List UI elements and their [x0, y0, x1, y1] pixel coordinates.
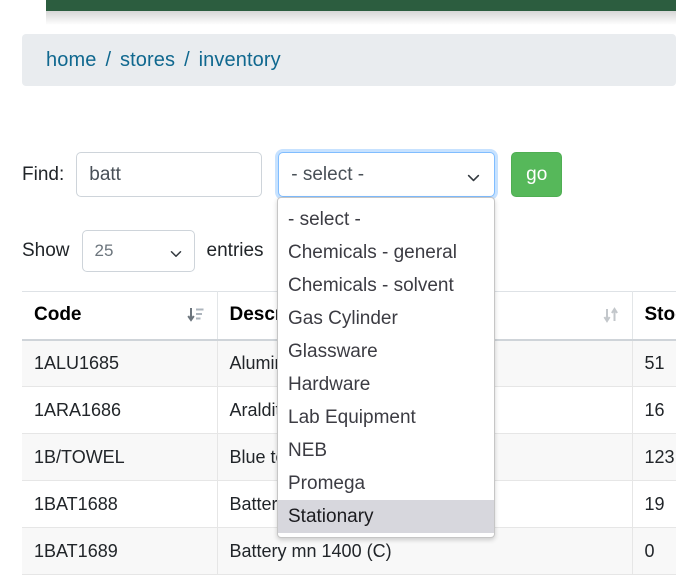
column-header-stock-label: Stock	[645, 304, 676, 325]
breadcrumb-separator: /	[184, 49, 190, 72]
category-select-wrapper: - select -	[278, 152, 495, 197]
column-header-stock[interactable]: Stock	[632, 292, 676, 340]
dropdown-option-select[interactable]: - select -	[278, 203, 494, 236]
dropdown-option-gas-cylinder[interactable]: Gas Cylinder	[278, 302, 494, 335]
find-row: Find: - select - go	[22, 152, 562, 197]
cell-stock: 19	[632, 481, 676, 528]
column-header-code-label: Code	[34, 304, 82, 325]
category-dropdown-list[interactable]: - select - Chemicals - general Chemicals…	[277, 197, 495, 538]
dropdown-option-neb[interactable]: NEB	[278, 434, 494, 467]
dropdown-option-promega[interactable]: Promega	[278, 467, 494, 500]
show-entries-suffix-label: entries	[207, 240, 264, 262]
dropdown-option-chemicals-solvent[interactable]: Chemicals - solvent	[278, 269, 494, 302]
search-input[interactable]	[76, 152, 262, 197]
sort-ascending-icon	[187, 306, 205, 324]
category-select[interactable]: - select -	[278, 152, 495, 197]
show-entries-prefix-label: Show	[22, 240, 70, 262]
cell-code: 1ARA1686	[22, 387, 217, 434]
dropdown-option-lab-equipment[interactable]: Lab Equipment	[278, 401, 494, 434]
cell-code: 1B/TOWEL	[22, 434, 217, 481]
show-entries-row: Show 25 entries	[22, 230, 264, 272]
chevron-down-icon	[170, 245, 182, 257]
entries-per-page-select[interactable]: 25	[82, 230, 195, 272]
dropdown-option-stationary[interactable]: Stationary	[278, 500, 494, 533]
cell-stock: 16	[632, 387, 676, 434]
breadcrumb-item-home[interactable]: home	[46, 49, 96, 72]
breadcrumb: home / stores / inventory	[22, 34, 676, 86]
column-header-code[interactable]: Code	[22, 292, 217, 340]
chevron-down-icon	[467, 168, 480, 181]
cell-code: 1ALU1685	[22, 340, 217, 387]
cell-code: 1BAT1689	[22, 528, 217, 575]
dropdown-option-glassware[interactable]: Glassware	[278, 335, 494, 368]
cell-stock: 0	[632, 528, 676, 575]
find-label: Find:	[22, 164, 64, 186]
cell-stock: 51	[632, 340, 676, 387]
entries-per-page-value: 25	[95, 241, 114, 261]
breadcrumb-separator: /	[105, 49, 111, 72]
cell-stock: 123	[632, 434, 676, 481]
category-select-value: - select -	[291, 164, 364, 186]
breadcrumb-item-stores[interactable]: stores	[120, 49, 175, 72]
go-button[interactable]: go	[511, 152, 562, 197]
dropdown-option-hardware[interactable]: Hardware	[278, 368, 494, 401]
sort-none-icon	[602, 306, 620, 324]
dropdown-option-chemicals-general[interactable]: Chemicals - general	[278, 236, 494, 269]
top-bar-shadow	[46, 11, 676, 25]
top-green-bar	[46, 0, 676, 11]
cell-code: 1BAT1688	[22, 481, 217, 528]
breadcrumb-item-inventory[interactable]: inventory	[199, 49, 281, 72]
